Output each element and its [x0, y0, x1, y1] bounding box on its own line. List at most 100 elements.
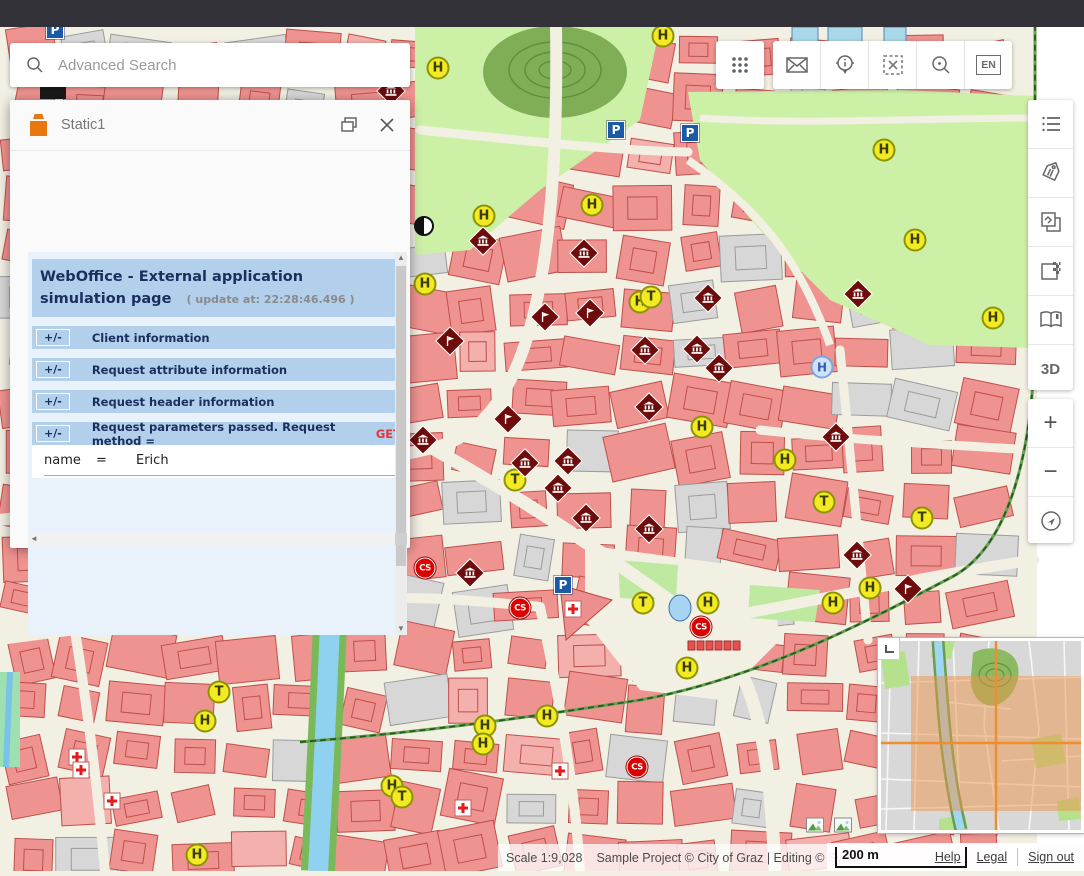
poi-photo-icon[interactable] — [834, 818, 852, 833]
poi-theater-icon[interactable]: T — [391, 786, 414, 809]
3d-view-button[interactable]: 3D — [1028, 344, 1073, 393]
poi-hosp-icon[interactable]: H — [811, 356, 834, 379]
scale-readout: Scale 1:9,028 — [506, 851, 582, 865]
labels-button[interactable] — [1028, 148, 1073, 197]
tag-icon — [1040, 162, 1062, 184]
poi-cross-icon[interactable] — [565, 601, 582, 618]
poi-cross-icon[interactable] — [104, 793, 121, 810]
search-icon — [26, 56, 44, 74]
poi-hotel-icon[interactable]: H — [697, 592, 720, 615]
scrollbar-thumb[interactable] — [396, 266, 406, 566]
table-of-contents-button[interactable] — [1028, 100, 1073, 148]
poi-hotel-icon[interactable]: H — [652, 25, 675, 48]
help-link[interactable]: Help — [935, 850, 961, 864]
poi-parking-icon[interactable]: P — [607, 121, 625, 139]
locate-button[interactable] — [1028, 496, 1073, 545]
poi-hotel-icon[interactable]: H — [472, 733, 495, 756]
poi-hotel-icon[interactable]: H — [414, 273, 437, 296]
static1-titlebar[interactable]: Static1 — [10, 100, 410, 151]
transparency-button[interactable] — [1028, 246, 1073, 295]
poi-hotel-icon[interactable]: H — [536, 705, 559, 728]
poi-cs-icon[interactable]: CS — [415, 558, 436, 579]
param-name: name — [44, 453, 96, 468]
identify-button[interactable] — [820, 41, 868, 89]
selection-themes-button[interactable] — [1028, 197, 1073, 246]
poi-hotel-icon[interactable]: H — [194, 710, 217, 733]
close-button[interactable] — [372, 110, 402, 140]
poi-hotel-icon[interactable]: H — [774, 449, 797, 472]
poi-theater-icon[interactable]: T — [632, 592, 655, 615]
zoom-point-icon — [930, 54, 952, 76]
poi-hotel-icon[interactable]: H — [822, 592, 845, 615]
poi-theater-icon[interactable]: T — [911, 507, 934, 530]
static1-window: Static1 WebOffice - External application… — [10, 100, 410, 548]
poi-parking-icon[interactable]: P — [681, 124, 699, 142]
section-request-parameters: +/- Request parameters passed. Request m… — [32, 422, 401, 445]
poi-cs-icon[interactable]: CS — [510, 598, 531, 619]
toggle-button[interactable]: +/- — [36, 425, 70, 442]
plus-icon: + — [1043, 409, 1057, 437]
info-pin-icon — [834, 54, 856, 76]
window-title: Static1 — [61, 117, 334, 133]
poi-cross-icon[interactable] — [455, 800, 472, 817]
toggle-button[interactable]: +/- — [36, 361, 70, 378]
overview-map[interactable] — [878, 638, 1084, 833]
poi-theater-icon[interactable]: T — [813, 491, 836, 514]
static-tool-icon — [30, 114, 47, 136]
toggle-button[interactable]: +/- — [36, 393, 70, 410]
section-request-attributes: +/- Request attribute information — [32, 358, 401, 381]
param-operator: = — [96, 453, 136, 468]
mail-icon — [786, 56, 808, 74]
poi-photo-icon[interactable] — [806, 818, 824, 833]
section-label: Request parameters passed. Request metho… — [92, 420, 372, 448]
overview-collapse-button[interactable] — [878, 638, 900, 660]
poi-viewpoint-icon[interactable] — [414, 216, 434, 236]
poi-cross-icon[interactable] — [552, 763, 569, 780]
scroll-left-icon[interactable]: ◄ — [28, 533, 40, 545]
language-button[interactable]: EN — [964, 41, 1012, 89]
poi-cross-icon[interactable] — [73, 762, 90, 779]
poi-hotel-icon[interactable]: H — [581, 194, 604, 217]
scalebar-label: 200 m — [842, 847, 879, 862]
poi-hotel-icon[interactable]: H — [676, 657, 699, 680]
collapse-corner-icon — [881, 641, 897, 657]
section-label: Client information — [92, 331, 210, 345]
zoom-point-button[interactable] — [916, 41, 964, 89]
horizontal-scrollbar[interactable]: ◄ ► — [28, 533, 405, 545]
poi-parking-icon[interactable]: P — [554, 576, 572, 594]
apps-menu-button[interactable] — [716, 41, 764, 89]
poi-theater-icon[interactable]: T — [640, 286, 663, 309]
poi-hotel-icon[interactable]: H — [982, 307, 1005, 330]
zoom-in-button[interactable]: + — [1028, 399, 1073, 447]
clear-selection-icon — [882, 54, 904, 76]
apps-grid-icon — [730, 55, 750, 75]
scroll-up-icon[interactable]: ▲ — [395, 252, 407, 264]
map-tools-rail: 3D — [1028, 100, 1073, 390]
legal-link[interactable]: Legal — [977, 850, 1008, 864]
advanced-search-bar[interactable] — [10, 43, 410, 87]
vertical-scrollbar[interactable]: ▲ ▼ — [395, 252, 407, 635]
poi-hotel-icon[interactable]: H — [473, 205, 496, 228]
map-book-icon — [1039, 310, 1063, 330]
toggle-button[interactable]: +/- — [36, 329, 70, 346]
poi-hotel-icon[interactable]: H — [904, 229, 927, 252]
print-button[interactable] — [334, 110, 364, 140]
signout-link[interactable]: Sign out — [1028, 850, 1074, 864]
poi-cs-icon[interactable]: CS — [691, 617, 712, 638]
poi-hotel-icon[interactable]: H — [859, 577, 882, 600]
poi-hotel-icon[interactable]: H — [186, 844, 209, 867]
poi-hotel-icon[interactable]: H — [427, 57, 450, 80]
clear-selection-button[interactable] — [868, 41, 916, 89]
poi-theater-icon[interactable]: T — [208, 681, 231, 704]
map-book-button[interactable] — [1028, 295, 1073, 344]
mail-button[interactable] — [773, 41, 820, 89]
scroll-down-icon[interactable]: ▼ — [395, 623, 407, 635]
poi-cs-icon[interactable]: CS — [627, 757, 648, 778]
search-input[interactable] — [56, 56, 410, 75]
zoom-out-button[interactable]: − — [1028, 447, 1073, 496]
language-label: EN — [976, 55, 1001, 75]
poi-hotel-icon[interactable]: H — [873, 139, 896, 162]
poi-hotel-icon[interactable]: H — [691, 416, 714, 439]
scrollbar-corner — [395, 533, 407, 545]
section-label: Request attribute information — [92, 363, 287, 377]
